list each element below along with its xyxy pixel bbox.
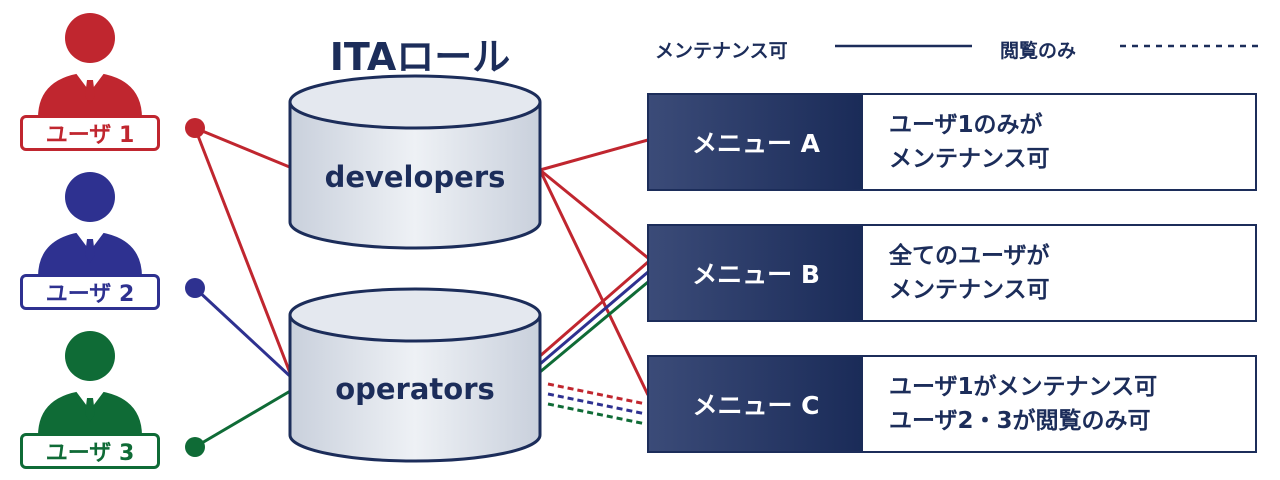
menu-a-description: ユーザ1のみが メンテナンス可 xyxy=(889,95,1245,189)
menu-b-name: メニュー B xyxy=(649,226,863,320)
menu-b-box: メニュー B 全てのユーザが メンテナンス可 xyxy=(647,224,1257,322)
link-user3-operators xyxy=(194,388,293,449)
link-operators-menu-b-red xyxy=(539,260,649,358)
link-developers-menu-c xyxy=(538,169,650,396)
link-user2-operators xyxy=(193,286,294,380)
link-developers-menu-a xyxy=(539,138,649,172)
menu-a-name: メニュー A xyxy=(649,95,863,189)
user3-person-icon xyxy=(38,331,142,436)
role-title: ITAロール xyxy=(329,35,511,79)
user3-dot xyxy=(185,437,205,457)
link-user1-operators xyxy=(193,127,294,379)
user2-label: ユーザ 2 xyxy=(20,274,160,310)
user3-label: ユーザ 3 xyxy=(20,433,160,469)
menu-a-desc-line1: ユーザ1のみが xyxy=(889,112,1043,138)
link-operators-menu-c-blue xyxy=(547,392,647,416)
ita-role-diagram: ユーザ 1 ユーザ 2 ユーザ 3 ITAロール メンテナンス可 閲覧のみ de… xyxy=(0,0,1280,480)
legend-view-label: 閲覧のみ xyxy=(1000,40,1077,62)
link-operators-menu-c-red xyxy=(547,382,647,406)
menu-b-desc-line1: 全てのユーザが xyxy=(889,243,1050,269)
legend-maintain-label: メンテナンス可 xyxy=(655,40,788,62)
link-developers-menu-b xyxy=(539,168,649,260)
menu-c-desc-line1: ユーザ1がメンテナンス可 xyxy=(889,374,1158,400)
menu-c-description: ユーザ1がメンテナンス可 ユーザ2・3が閲覧のみ可 xyxy=(889,357,1245,451)
user1-label: ユーザ 1 xyxy=(20,115,160,151)
user1-person-icon xyxy=(38,13,142,118)
role-operators-label: operators xyxy=(335,372,495,406)
menu-c-box: メニュー C ユーザ1がメンテナンス可 ユーザ2・3が閲覧のみ可 xyxy=(647,355,1257,453)
menu-c-desc-line2: ユーザ2・3が閲覧のみ可 xyxy=(889,408,1151,434)
user1-dot xyxy=(185,118,205,138)
menu-a-box: メニュー A ユーザ1のみが メンテナンス可 xyxy=(647,93,1257,191)
link-operators-menu-c-green xyxy=(547,402,647,426)
user2-person-icon xyxy=(38,172,142,277)
menu-b-desc-line2: メンテナンス可 xyxy=(889,277,1050,303)
user2-dot xyxy=(185,278,205,298)
menu-c-name: メニュー C xyxy=(649,357,863,451)
role-developers-label: developers xyxy=(324,160,506,194)
menu-b-description: 全てのユーザが メンテナンス可 xyxy=(889,226,1245,320)
menu-a-desc-line2: メンテナンス可 xyxy=(889,146,1050,172)
